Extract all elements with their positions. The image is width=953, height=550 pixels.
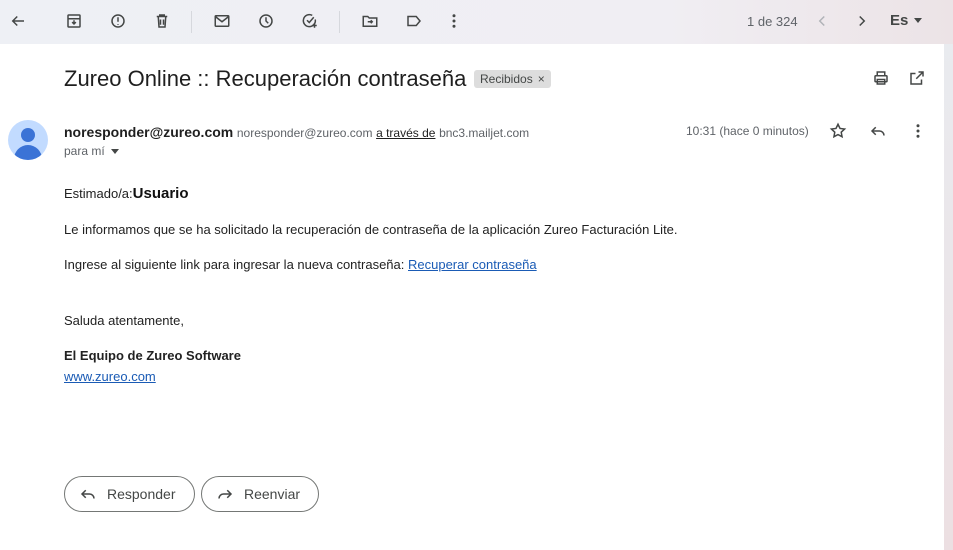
forward-button[interactable]: Reenviar xyxy=(201,476,320,512)
label-icon[interactable] xyxy=(404,11,424,31)
recipient-dropdown[interactable]: para mí xyxy=(64,144,119,158)
reply-button[interactable]: Responder xyxy=(64,476,195,512)
greeting-prefix: Estimado/a: xyxy=(64,186,133,201)
language-selector[interactable]: Es xyxy=(890,12,923,29)
team-signature: El Equipo de Zureo Software xyxy=(64,348,241,363)
delete-icon[interactable] xyxy=(152,11,172,31)
open-new-window-icon[interactable] xyxy=(908,69,928,89)
mark-unread-icon[interactable] xyxy=(212,11,232,31)
recover-password-link[interactable]: Recuperar contraseña xyxy=(408,257,537,272)
chevron-down-icon xyxy=(914,18,923,23)
more-vert-icon[interactable] xyxy=(444,11,464,31)
move-to-icon[interactable] xyxy=(360,11,380,31)
toolbar-separator xyxy=(339,11,340,33)
reply-icon[interactable] xyxy=(869,122,889,142)
remove-label-icon[interactable]: × xyxy=(538,72,545,86)
avatar-body xyxy=(14,145,42,160)
sender-name[interactable]: noresponder@zureo.com xyxy=(64,124,233,140)
back-icon[interactable] xyxy=(8,11,28,31)
chevron-down-icon xyxy=(110,148,119,154)
toolbar-separator xyxy=(191,11,192,33)
email-subject: Zureo Online :: Recuperación contraseña xyxy=(64,66,467,91)
more-vert-icon[interactable] xyxy=(909,122,929,142)
sender-line: noresponder@zureo.com noresponder@zureo.… xyxy=(64,124,529,140)
archive-icon[interactable] xyxy=(64,11,84,31)
prev-page-icon[interactable] xyxy=(812,11,832,31)
print-icon[interactable] xyxy=(872,69,892,89)
language-label: Es xyxy=(890,12,909,29)
website-link[interactable]: www.zureo.com xyxy=(64,369,156,384)
snooze-icon[interactable] xyxy=(256,11,276,31)
closing-text: Saluda atentamente, xyxy=(64,313,184,328)
forward-button-label: Reenviar xyxy=(244,486,301,502)
toolbar: 1 de 324 Es xyxy=(0,0,953,44)
paragraph-link: Ingrese al siguiente link para ingresar … xyxy=(64,257,537,272)
recipient-label: para mí xyxy=(64,144,105,158)
reply-icon xyxy=(80,489,95,499)
greeting-user: Usuario xyxy=(132,185,189,202)
via-link[interactable]: a través de xyxy=(376,126,435,140)
email-panel: Zureo Online :: Recuperación contraseña … xyxy=(0,44,944,550)
forward-icon xyxy=(218,489,233,499)
star-icon[interactable] xyxy=(829,122,849,142)
label-chip-text: Recibidos xyxy=(480,72,533,86)
scrollbar[interactable] xyxy=(944,44,953,550)
next-page-icon[interactable] xyxy=(852,11,872,31)
reply-button-label: Responder xyxy=(107,486,176,502)
via-domain: bnc3.mailjet.com xyxy=(439,126,530,140)
email-time: 10:31 (hace 0 minutos) xyxy=(686,124,809,138)
sender-email: noresponder@zureo.com xyxy=(236,126,373,140)
website-line: www.zureo.com xyxy=(64,369,156,384)
avatar[interactable] xyxy=(8,120,48,160)
report-spam-icon[interactable] xyxy=(108,11,128,31)
paragraph-info: Le informamos que se ha solicitado la re… xyxy=(64,222,678,237)
label-chip: Recibidos × xyxy=(474,70,551,88)
pager-count: 1 de 324 xyxy=(747,14,798,29)
avatar-head xyxy=(21,128,35,142)
paragraph-link-prefix: Ingrese al siguiente link para ingresar … xyxy=(64,257,408,272)
greeting: Estimado/a:Usuario xyxy=(64,185,189,202)
add-task-icon[interactable] xyxy=(300,11,320,31)
